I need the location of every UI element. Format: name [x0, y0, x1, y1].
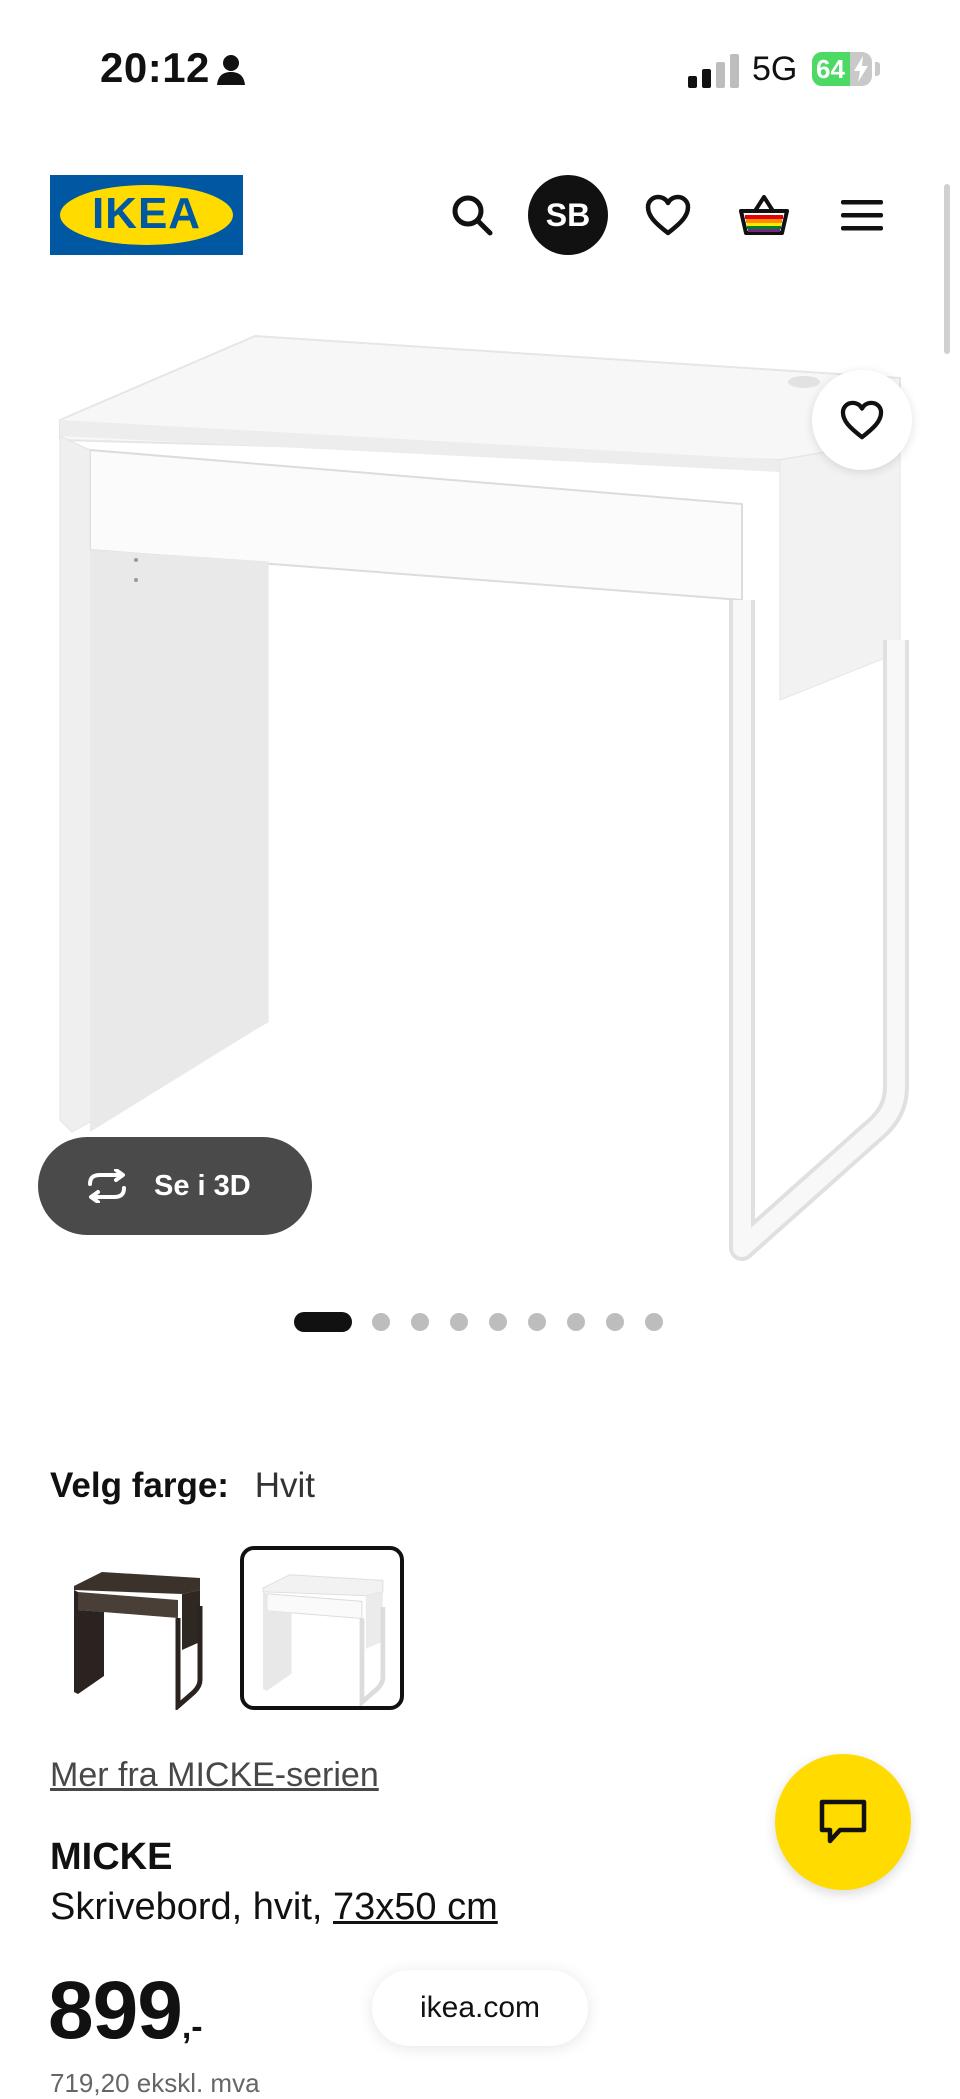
- product-dimensions-link[interactable]: 73x50 cm: [333, 1886, 498, 1928]
- product-name: MICKE: [50, 1836, 173, 1878]
- charging-bolt-icon: [854, 56, 868, 82]
- battery-indicator: 64: [812, 52, 872, 86]
- desk-illustration: [59, 334, 909, 1261]
- account-avatar[interactable]: SB: [528, 175, 608, 255]
- view-3d-label: Se i 3D: [154, 1169, 251, 1202]
- color-value: Hvit: [254, 1466, 315, 1505]
- cart-button[interactable]: [724, 175, 804, 255]
- color-swatch-white[interactable]: [240, 1546, 404, 1710]
- color-swatch-dark[interactable]: [54, 1546, 218, 1712]
- site-header: IKEA SB: [0, 170, 960, 260]
- product-image[interactable]: [0, 300, 960, 1280]
- product-favorite-button[interactable]: [812, 370, 912, 470]
- carousel-dot[interactable]: [450, 1313, 468, 1331]
- white-desk-thumbnail: [262, 1574, 386, 1708]
- product-description-text: Skrivebord, hvit,: [50, 1886, 333, 1928]
- carousel-dot[interactable]: [294, 1312, 352, 1332]
- price-excl-vat: 719,20 ekskl. mva: [50, 2068, 260, 2098]
- price-suffix: ,-: [181, 2008, 203, 2046]
- wishlist-button[interactable]: [628, 175, 708, 255]
- color-label: Velg farge:: [50, 1466, 229, 1505]
- carousel-dot[interactable]: [528, 1313, 546, 1331]
- product-price: 899,-: [48, 1964, 203, 2058]
- person-icon: [217, 55, 245, 85]
- battery-level: 64: [816, 54, 845, 84]
- menu-button[interactable]: [822, 175, 902, 255]
- search-button[interactable]: [432, 175, 512, 255]
- browser-url-bar[interactable]: ikea.com: [372, 1970, 588, 2046]
- heart-icon: [645, 194, 691, 236]
- rotate-icon: [82, 1169, 132, 1203]
- chat-button[interactable]: [775, 1754, 911, 1890]
- carousel-dot[interactable]: [411, 1313, 429, 1331]
- view-3d-button[interactable]: Se i 3D: [38, 1137, 312, 1235]
- dark-desk-thumbnail: [74, 1572, 203, 1712]
- battery-cap: [875, 62, 880, 76]
- logo-text: IKEA: [91, 189, 202, 238]
- carousel-dots: [0, 1312, 960, 1332]
- status-time: 20:12: [100, 44, 210, 91]
- carousel-dot[interactable]: [645, 1313, 663, 1331]
- product-description: Skrivebord, hvit, 73x50 cm: [50, 1886, 498, 1929]
- price-amount: 899: [48, 1965, 183, 2056]
- signal-icon: [688, 54, 739, 88]
- search-icon: [452, 195, 493, 236]
- carousel-dot[interactable]: [372, 1313, 390, 1331]
- carousel-dot[interactable]: [489, 1313, 507, 1331]
- cart-icon: [739, 195, 789, 235]
- status-bar: 20:12 5G 64: [0, 0, 960, 140]
- chat-icon: [819, 1799, 867, 1844]
- hamburger-menu-icon: [841, 200, 883, 231]
- heart-icon: [840, 400, 884, 440]
- carousel-dot[interactable]: [567, 1313, 585, 1331]
- ikea-logo[interactable]: IKEA: [50, 175, 243, 255]
- network-label: 5G: [752, 50, 798, 88]
- series-link[interactable]: Mer fra MICKE-serien: [50, 1756, 379, 1795]
- color-picker-heading: Velg farge: Hvit: [50, 1466, 315, 1506]
- carousel-dot[interactable]: [606, 1313, 624, 1331]
